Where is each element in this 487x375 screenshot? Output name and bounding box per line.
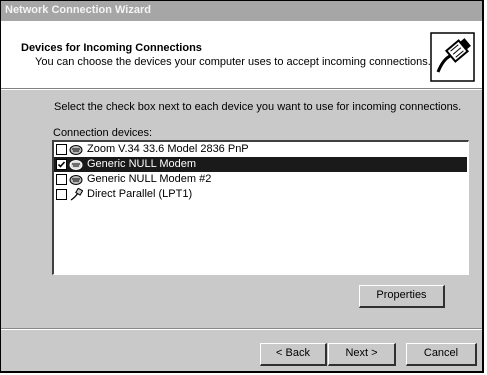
back-button[interactable]: < Back xyxy=(260,343,327,366)
connection-devices-label: Connection devices: xyxy=(53,127,153,139)
list-item[interactable]: Generic NULL Modem xyxy=(54,157,467,172)
network-plug-icon xyxy=(430,32,475,82)
modem-icon xyxy=(69,175,83,185)
device-checkbox[interactable] xyxy=(56,189,67,200)
list-item[interactable]: Zoom V.34 33.6 Model 2836 PnP xyxy=(54,142,467,157)
page-title: Devices for Incoming Connections xyxy=(21,42,202,54)
modem-icon xyxy=(69,145,83,155)
device-checkbox[interactable] xyxy=(56,144,67,155)
button-separator xyxy=(1,328,482,330)
title-bar[interactable]: Network Connection Wizard xyxy=(1,1,482,21)
page-subtitle: You can choose the devices your computer… xyxy=(35,56,431,68)
wizard-window: Network Connection Wizard Devices for In… xyxy=(0,0,484,373)
checkmark-icon xyxy=(57,161,66,168)
list-item[interactable]: Generic NULL Modem #2 xyxy=(54,172,467,187)
parallel-cable-icon xyxy=(70,188,83,201)
modem-icon xyxy=(69,160,83,170)
wizard-header: Devices for Incoming Connections You can… xyxy=(1,21,482,89)
cancel-button[interactable]: Cancel xyxy=(406,343,477,366)
device-checkbox[interactable] xyxy=(56,159,67,170)
device-checkbox[interactable] xyxy=(56,174,67,185)
device-label: Zoom V.34 33.6 Model 2836 PnP xyxy=(87,143,249,155)
device-label: Generic NULL Modem #2 xyxy=(87,173,212,185)
properties-button[interactable]: Properties xyxy=(359,285,445,308)
list-item[interactable]: Direct Parallel (LPT1) xyxy=(54,187,467,202)
window-title: Network Connection Wizard xyxy=(5,4,151,16)
connection-devices-list[interactable]: Zoom V.34 33.6 Model 2836 PnP Generic NU… xyxy=(52,140,469,275)
device-label: Generic NULL Modem xyxy=(87,158,197,170)
instruction-text: Select the check box next to each device… xyxy=(54,101,462,113)
device-label: Direct Parallel (LPT1) xyxy=(87,188,193,200)
next-button[interactable]: Next > xyxy=(328,343,396,366)
